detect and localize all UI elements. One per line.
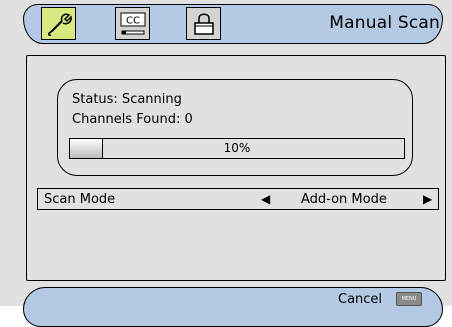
osd-frame: CC Manual Scan Status: Scanning Channels… xyxy=(0,0,452,327)
status-text: Status: Scanning xyxy=(72,92,182,107)
channels-found-text: Channels Found: 0 xyxy=(72,112,193,127)
wrench-icon xyxy=(47,13,72,36)
scan-progress-bar: 10% xyxy=(69,138,405,159)
scan-mode-row[interactable]: Scan Mode ◀ Add-on Mode ▶ xyxy=(37,188,439,210)
cc-icon-label: CC xyxy=(126,15,140,26)
progress-label: 10% xyxy=(223,141,251,155)
right-arrow-icon[interactable]: ▶ xyxy=(423,192,432,206)
tab-setup[interactable] xyxy=(41,7,76,40)
page-title: Manual Scan xyxy=(329,13,440,33)
tab-parental-lock[interactable] xyxy=(186,7,221,40)
scan-mode-value: Add-on Mode xyxy=(301,192,387,207)
scan-mode-label: Scan Mode xyxy=(44,192,116,207)
menu-key-icon: MENU xyxy=(396,292,422,306)
lock-icon xyxy=(193,13,214,35)
cc-icon: CC xyxy=(120,12,145,34)
cancel-button[interactable]: Cancel xyxy=(338,292,382,307)
left-arrow-icon[interactable]: ◀ xyxy=(261,192,270,206)
tab-closed-caption[interactable]: CC xyxy=(115,7,150,40)
